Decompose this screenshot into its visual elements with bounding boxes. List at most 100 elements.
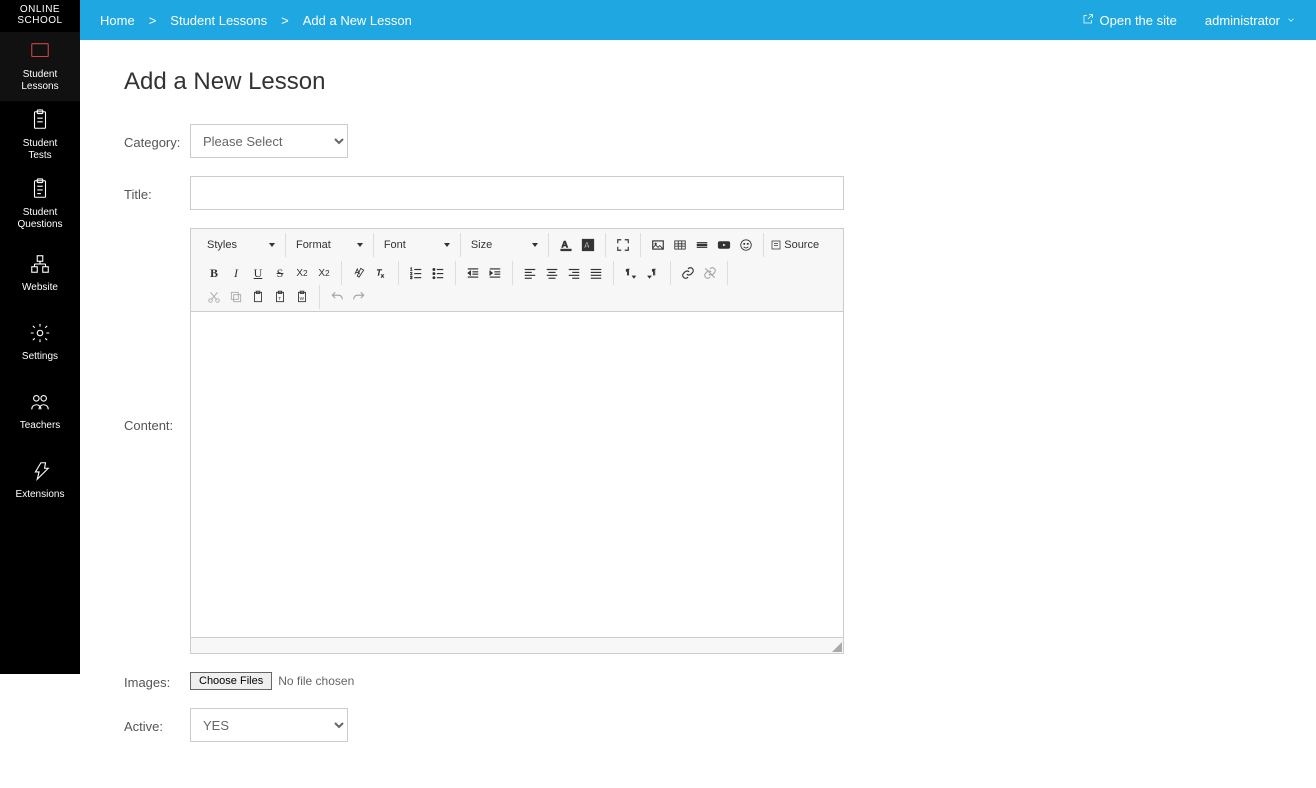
topbar: Home > Student Lessons > Add a New Lesso… (80, 0, 1316, 40)
lessons-icon (29, 40, 51, 65)
external-link-icon (1082, 13, 1094, 28)
paste-text-button[interactable]: T (269, 286, 291, 308)
breadcrumb-sep: > (281, 13, 289, 28)
cut-button[interactable] (203, 286, 225, 308)
user-menu[interactable]: administrator (1205, 13, 1296, 28)
breadcrumb-sep: > (149, 13, 157, 28)
table-button[interactable] (669, 234, 691, 256)
superscript-button[interactable]: X2 (313, 262, 335, 284)
paste-button[interactable] (247, 286, 269, 308)
italic-button[interactable]: I (225, 262, 247, 284)
size-combo[interactable]: Size (467, 239, 542, 251)
sidebar-item-label: Settings (22, 351, 58, 363)
strike-button[interactable]: S (269, 262, 291, 284)
breadcrumb-add-lesson[interactable]: Add a New Lesson (303, 13, 412, 28)
sidebar-item-student-tests[interactable]: StudentTests (0, 101, 80, 170)
main-content: Add a New Lesson Category: Please Select… (80, 40, 1316, 788)
copy-formatting-button[interactable] (348, 262, 370, 284)
sidebar-item-label: Teachers (20, 420, 61, 432)
styles-combo[interactable]: Styles (203, 239, 279, 251)
link-button[interactable] (677, 262, 699, 284)
sidebar-item-label: StudentTests (23, 138, 57, 162)
editor-toolbar: Styles Format Font Size A (191, 229, 843, 312)
underline-button[interactable]: U (247, 262, 269, 284)
breadcrumb-student-lessons[interactable]: Student Lessons (170, 13, 267, 28)
editor-body[interactable] (191, 312, 843, 637)
source-button[interactable]: Source (770, 234, 819, 256)
emoji-button[interactable] (735, 234, 757, 256)
logo-line2: SCHOOL (0, 15, 80, 26)
extensions-icon (29, 460, 51, 485)
svg-text:x: x (381, 274, 384, 280)
numbered-list-button[interactable]: 123 (405, 262, 427, 284)
sidebar-item-teachers[interactable]: Teachers (0, 377, 80, 446)
rtl-button[interactable]: ¶ (642, 262, 664, 284)
sidebar-item-label: Website (22, 282, 58, 294)
subscript-button[interactable]: X2 (291, 262, 313, 284)
bold-button[interactable]: B (203, 262, 225, 284)
svg-text:T: T (278, 296, 281, 301)
sidebar-item-student-lessons[interactable]: StudentLessons (0, 32, 80, 101)
align-left-button[interactable] (519, 262, 541, 284)
outdent-button[interactable] (462, 262, 484, 284)
images-label: Images: (124, 673, 190, 690)
svg-text:W: W (300, 296, 305, 301)
svg-text:A: A (562, 239, 569, 249)
redo-button[interactable] (348, 286, 370, 308)
open-site-link[interactable]: Open the site (1082, 13, 1177, 28)
undo-button[interactable] (326, 286, 348, 308)
sidebar-item-student-questions[interactable]: StudentQuestions (0, 170, 80, 239)
content-label: Content: (124, 228, 190, 433)
teachers-icon (29, 391, 51, 416)
sidebar-item-website[interactable]: Website (0, 239, 80, 308)
sidebar: ONLINE SCHOOL StudentLessons StudentTest… (0, 0, 80, 674)
svg-text:3: 3 (410, 275, 413, 280)
remove-format-button[interactable]: Tx (370, 262, 392, 284)
resize-handle[interactable] (832, 642, 842, 652)
copy-button[interactable] (225, 286, 247, 308)
category-label: Category: (124, 133, 190, 150)
title-input[interactable] (190, 176, 844, 210)
format-combo[interactable]: Format (292, 239, 367, 251)
breadcrumb: Home > Student Lessons > Add a New Lesso… (100, 13, 412, 28)
bullet-list-button[interactable] (427, 262, 449, 284)
unlink-button[interactable] (699, 262, 721, 284)
text-color-button[interactable]: A (555, 234, 577, 256)
font-combo[interactable]: Font (380, 239, 454, 251)
svg-text:¶: ¶ (626, 269, 630, 276)
image-button[interactable] (647, 234, 669, 256)
logo-line1: ONLINE (0, 4, 80, 15)
sidebar-item-label: Extensions (16, 489, 65, 501)
maximize-button[interactable] (612, 234, 634, 256)
title-label: Title: (124, 185, 190, 202)
tests-icon (29, 109, 51, 134)
bg-color-button[interactable]: A (577, 234, 599, 256)
align-justify-button[interactable] (585, 262, 607, 284)
sidebar-item-label: StudentQuestions (17, 207, 62, 231)
choose-files-button[interactable]: Choose Files (190, 672, 272, 690)
sidebar-item-settings[interactable]: Settings (0, 308, 80, 377)
questions-icon (29, 178, 51, 203)
svg-text:A: A (584, 241, 590, 250)
paste-word-button[interactable]: W (291, 286, 313, 308)
hr-button[interactable] (691, 234, 713, 256)
active-label: Active: (124, 717, 190, 734)
align-right-button[interactable] (563, 262, 585, 284)
open-site-label: Open the site (1100, 13, 1177, 28)
editor-footer (191, 637, 843, 653)
page-title: Add a New Lesson (124, 68, 1272, 96)
breadcrumb-home[interactable]: Home (100, 13, 135, 28)
align-center-button[interactable] (541, 262, 563, 284)
indent-button[interactable] (484, 262, 506, 284)
sidebar-item-extensions[interactable]: Extensions (0, 446, 80, 515)
user-label: administrator (1205, 13, 1280, 28)
ltr-button[interactable]: ¶ (620, 262, 642, 284)
rich-text-editor: Styles Format Font Size A (190, 228, 844, 654)
file-status: No file chosen (278, 674, 354, 688)
active-select[interactable]: YES (190, 708, 348, 742)
category-select[interactable]: Please Select (190, 124, 348, 158)
sidebar-item-label: StudentLessons (21, 69, 58, 93)
svg-text:¶: ¶ (652, 269, 656, 276)
video-button[interactable] (713, 234, 735, 256)
website-icon (29, 253, 51, 278)
